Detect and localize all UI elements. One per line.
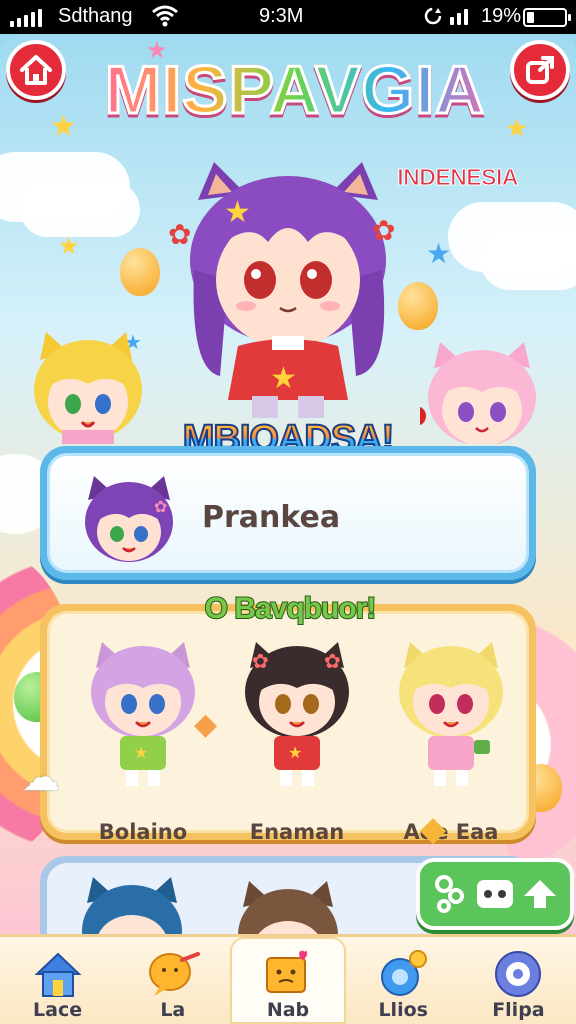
friend-item[interactable]: ✿ ✿ ★ Enaman [222,634,372,844]
battery-level-fill [527,12,534,23]
tab-label: La [160,999,186,1021]
cloud-left-small [20,182,140,237]
friend-avatar: ★ [91,642,195,786]
friend-item[interactable]: Aoe Eaa [376,634,526,844]
friend-avatar [399,642,503,786]
svg-text:✿: ✿ [154,497,167,516]
friends-title: O Bavqbuor! [204,591,378,626]
side-character-pink-avatar [420,342,536,444]
star-icon: ★ [505,114,529,144]
tab-label: Nab [266,999,310,1021]
tab-label: Llios [378,999,428,1021]
gear-icon [491,949,545,999]
battery-icon [523,8,571,27]
friend-name: Enaman [249,820,345,844]
tab-label: Lace [33,999,83,1021]
share-icon [526,56,554,84]
friends-card-inner: ★ Bolaino ✿ ✿ ★ Enaman Aoe Eaa [47,611,529,844]
sync-icon [423,5,443,33]
share-button[interactable] [510,40,570,100]
player-card-inner: ✿ Prankea [47,453,529,573]
balloon-icon [120,248,160,296]
ghost-sticker-icon: ☁ [22,755,60,799]
main-character-avatar: ★ ✿ ✿ ★ [168,162,395,418]
magic-orb-icon [376,949,430,999]
cell-signal-icon-2 [450,9,468,25]
battery-percent: 19% [481,5,522,27]
toy-box-icon [261,949,315,999]
bottom-tab-bar: Lace La Nab Llios Flipa [0,934,576,1024]
player-name: Prankea [202,500,341,535]
tab-label: Flipa [492,999,545,1021]
tab-flipa[interactable]: Flipa [461,937,576,1024]
friend-avatar: ✿ ✿ ★ [245,642,349,786]
svg-text:★: ★ [224,195,251,230]
cloud-right-small [480,230,576,290]
star-icon: ★ [146,36,168,64]
friend-name: Bolaino [98,820,188,844]
svg-text:★: ★ [270,361,297,396]
side-character-blonde-avatar [34,332,142,444]
svg-text:★: ★ [288,743,302,762]
play-action-button[interactable] [416,858,574,930]
game-logo: MISPAVGIA INDENESIA [80,50,519,191]
chat-bubble-icon [146,949,200,999]
gamepad-icon [434,875,464,913]
arrow-up-icon [524,880,557,908]
controller-icon [476,880,513,908]
cat-sticker-icon: ◆ [194,707,218,742]
house-icon [31,949,85,999]
svg-text:✿: ✿ [252,649,269,673]
svg-text:★: ★ [134,743,148,762]
star-icon: ★ [50,109,77,144]
status-bar: Sdthang 9:3M 19% [0,0,576,34]
wifi-icon [152,5,178,33]
svg-text:✿: ✿ [372,214,395,247]
svg-text:✿: ✿ [168,218,191,251]
tab-la[interactable]: La [115,937,230,1024]
cell-signal-icon [10,9,42,27]
star-icon: ★ [426,237,452,270]
app-root: Sdthang 9:3M 19% MISPAVGIA INDENESIA ★ ★… [0,0,576,1024]
svg-text:✿: ✿ [324,649,341,673]
friends-card: ★ Bolaino ✿ ✿ ★ Enaman Aoe Eaa [40,604,536,844]
player-card[interactable]: ✿ Prankea [40,446,536,580]
player-avatar: ✿ [85,476,173,562]
tab-lace[interactable]: Lace [0,937,115,1024]
status-time: 9:3M [259,5,304,27]
carrier-name: Sdthang [58,5,133,27]
tab-nab[interactable]: Nab [230,937,346,1024]
logo-title: MISPAVGIA [80,50,510,130]
tab-llios[interactable]: Llios [346,937,461,1024]
star-icon: ★ [58,232,80,260]
home-button[interactable] [6,40,66,100]
home-icon [20,55,52,85]
friend-name: Aoe Eaa [403,820,499,844]
cat-sticker-icon: ◆ [420,809,447,849]
logo-subtitle: INDENESIA [397,164,519,191]
